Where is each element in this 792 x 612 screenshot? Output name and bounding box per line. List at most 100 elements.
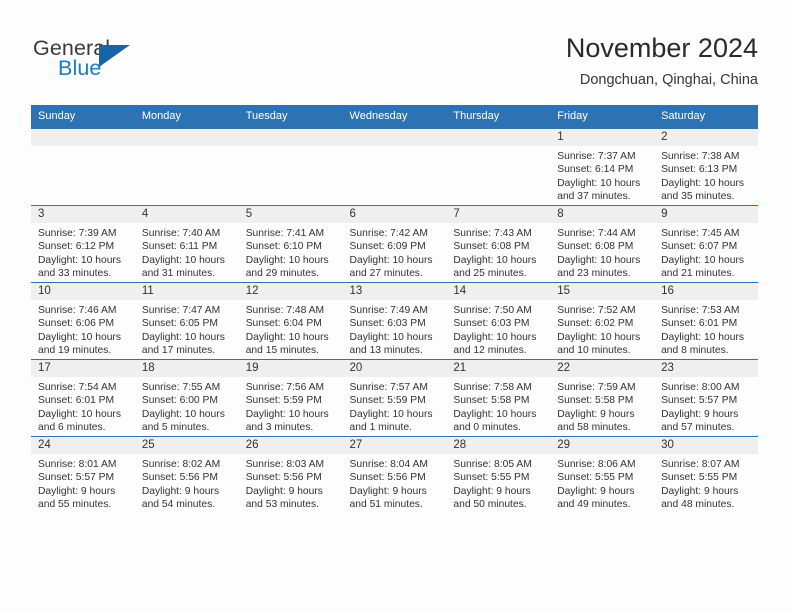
day-cell[interactable]: 4 Sunrise: 7:40 AM Sunset: 6:11 PM Daylight… [134, 205, 239, 283]
sunset-text: Sunset: 6:01 PM [661, 318, 738, 330]
day-number: 1 [550, 129, 655, 146]
day-cell[interactable]: 29 Sunrise: 8:06 AM Sunset: 5:55 PM Dayligh… [550, 436, 655, 513]
logo-text-blue: Blue [58, 56, 102, 80]
day-number: 23 [654, 360, 758, 377]
day-number: 7 [446, 206, 551, 223]
daylight-text-line1: Daylight: 9 hours [141, 485, 220, 497]
daylight-text-line2: and 53 minutes. [245, 499, 319, 511]
day-cell[interactable]: 18 Sunrise: 7:55 AM Sunset: 6:00 PM Dayligh… [134, 359, 239, 437]
day-cell[interactable]: 17 Sunrise: 7:54 AM Sunset: 6:01 PM Dayligh… [31, 359, 135, 437]
day-cell[interactable]: 20 Sunrise: 7:57 AM Sunset: 5:59 PM Dayligh… [342, 359, 447, 437]
daylight-text-line1: Daylight: 10 hours [245, 331, 329, 343]
sunrise-text: Sunrise: 7:43 AM [453, 228, 532, 239]
sunrise-text: Sunrise: 7:47 AM [141, 305, 221, 316]
daylight-text-line2: and 25 minutes. [453, 268, 527, 280]
calendar-week-row: 1 Sunrise: 7:37 AM Sunset: 6:14 PM Daylight… [31, 128, 758, 206]
day-cell[interactable] [134, 128, 239, 206]
day-cell[interactable]: 1 Sunrise: 7:37 AM Sunset: 6:14 PM Daylight… [550, 128, 655, 206]
daylight-text-line1: Daylight: 10 hours [349, 408, 433, 420]
calendar-header-row: Sunday Monday Tuesday Wednesday Thursday… [31, 105, 758, 129]
daylight-text-line2: and 10 minutes. [557, 345, 631, 357]
daylight-text-line2: and 17 minutes. [141, 345, 216, 357]
day-number: 16 [654, 283, 758, 300]
day-cell[interactable]: 27 Sunrise: 8:04 AM Sunset: 5:56 PM Dayligh… [342, 436, 447, 513]
daylight-text-line1: Daylight: 10 hours [661, 331, 745, 343]
sunrise-text: Sunrise: 7:52 AM [557, 305, 636, 316]
day-cell[interactable]: 22 Sunrise: 7:59 AM Sunset: 5:58 PM Dayligh… [550, 359, 655, 437]
day-cell[interactable]: 30 Sunrise: 8:07 AM Sunset: 5:55 PM Dayligh… [654, 436, 758, 513]
day-cell[interactable]: 28 Sunrise: 8:05 AM Sunset: 5:55 PM Dayligh… [446, 436, 551, 513]
daylight-text-line2: and 54 minutes. [141, 499, 216, 511]
weekday-header-friday: Friday [550, 105, 655, 129]
day-cell[interactable]: 21 Sunrise: 7:58 AM Sunset: 5:58 PM Dayligh… [446, 359, 551, 437]
day-number: 9 [654, 206, 758, 223]
sunrise-text: Sunrise: 7:57 AM [349, 382, 428, 393]
day-cell[interactable]: 6 Sunrise: 7:42 AM Sunset: 6:09 PM Daylight… [342, 205, 447, 283]
day-cell[interactable] [238, 128, 343, 206]
day-cell[interactable]: 26 Sunrise: 8:03 AM Sunset: 5:56 PM Dayligh… [238, 436, 343, 513]
weekday-header-wednesday: Wednesday [342, 105, 447, 129]
day-cell[interactable]: 25 Sunrise: 8:02 AM Sunset: 5:56 PM Dayligh… [134, 436, 239, 513]
sunset-text: Sunset: 5:55 PM [557, 472, 634, 484]
daylight-text-line2: and 33 minutes. [38, 268, 112, 280]
day-cell[interactable]: 15 Sunrise: 7:52 AM Sunset: 6:02 PM Dayligh… [550, 282, 655, 360]
weekday-header-sunday: Sunday [31, 105, 135, 129]
sunrise-text: Sunrise: 8:03 AM [245, 459, 325, 470]
day-cell[interactable]: 23 Sunrise: 8:00 AM Sunset: 5:57 PM Dayligh… [654, 359, 758, 437]
day-number: 29 [550, 437, 655, 454]
daylight-text-line1: Daylight: 9 hours [453, 485, 531, 497]
sunset-text: Sunset: 6:08 PM [453, 241, 530, 253]
sunset-text: Sunset: 5:57 PM [38, 472, 115, 484]
sunrise-text: Sunrise: 7:41 AM [245, 228, 325, 239]
day-cell[interactable] [31, 128, 135, 206]
day-number [238, 129, 343, 146]
daylight-text-line1: Daylight: 9 hours [661, 408, 739, 420]
daylight-text-line2: and 37 minutes. [557, 191, 631, 203]
sunset-text: Sunset: 6:13 PM [661, 164, 738, 176]
daylight-text-line2: and 50 minutes. [453, 499, 527, 511]
day-cell[interactable]: 10 Sunrise: 7:46 AM Sunset: 6:06 PM Dayligh… [31, 282, 135, 360]
sunset-text: Sunset: 6:12 PM [38, 241, 115, 253]
daylight-text-line1: Daylight: 9 hours [349, 485, 427, 497]
day-cell[interactable]: 7 Sunrise: 7:43 AM Sunset: 6:08 PM Daylight… [446, 205, 551, 283]
weekday-header-tuesday: Tuesday [238, 105, 343, 129]
day-number: 17 [31, 360, 135, 377]
sunset-text: Sunset: 6:11 PM [141, 241, 218, 253]
daylight-text-line1: Daylight: 10 hours [453, 408, 537, 420]
sunset-text: Sunset: 6:07 PM [661, 241, 738, 253]
day-cell[interactable]: 5 Sunrise: 7:41 AM Sunset: 6:10 PM Daylight… [238, 205, 343, 283]
day-number: 4 [134, 206, 239, 223]
day-cell[interactable]: 3 Sunrise: 7:39 AM Sunset: 6:12 PM Daylight… [31, 205, 135, 283]
daylight-text-line2: and 23 minutes. [557, 268, 631, 280]
day-cell[interactable]: 11 Sunrise: 7:47 AM Sunset: 6:05 PM Dayligh… [134, 282, 239, 360]
calendar-body: 1 Sunrise: 7:37 AM Sunset: 6:14 PM Daylight… [31, 128, 758, 513]
day-cell[interactable]: 2 Sunrise: 7:38 AM Sunset: 6:13 PM Daylight… [654, 128, 758, 206]
day-cell[interactable]: 8 Sunrise: 7:44 AM Sunset: 6:08 PM Daylight… [550, 205, 655, 283]
day-cell[interactable]: 9 Sunrise: 7:45 AM Sunset: 6:07 PM Daylight… [654, 205, 758, 283]
daylight-text-line1: Daylight: 10 hours [557, 177, 641, 189]
sunrise-text: Sunrise: 7:48 AM [245, 305, 325, 316]
day-number: 15 [550, 283, 655, 300]
sunrise-text: Sunrise: 7:54 AM [38, 382, 117, 393]
day-number: 8 [550, 206, 655, 223]
sunrise-text: Sunrise: 7:37 AM [557, 151, 636, 162]
daylight-text-line1: Daylight: 10 hours [453, 254, 537, 266]
day-cell[interactable]: 19 Sunrise: 7:56 AM Sunset: 5:59 PM Dayligh… [238, 359, 343, 437]
sunrise-text: Sunrise: 8:02 AM [141, 459, 221, 470]
daylight-text-line1: Daylight: 10 hours [557, 254, 641, 266]
day-cell[interactable]: 12 Sunrise: 7:48 AM Sunset: 6:04 PM Dayligh… [238, 282, 343, 360]
daylight-text-line2: and 57 minutes. [661, 422, 735, 434]
daylight-text-line1: Daylight: 9 hours [557, 485, 635, 497]
day-cell[interactable] [342, 128, 447, 206]
sunrise-text: Sunrise: 8:06 AM [557, 459, 636, 470]
day-cell[interactable]: 13 Sunrise: 7:49 AM Sunset: 6:03 PM Dayligh… [342, 282, 447, 360]
daylight-text-line1: Daylight: 10 hours [661, 177, 745, 189]
day-number: 6 [342, 206, 447, 223]
day-cell[interactable]: 16 Sunrise: 7:53 AM Sunset: 6:01 PM Dayligh… [654, 282, 758, 360]
day-cell[interactable]: 24 Sunrise: 8:01 AM Sunset: 5:57 PM Dayligh… [31, 436, 135, 513]
sunset-text: Sunset: 5:56 PM [349, 472, 426, 484]
general-blue-logo[interactable]: General Blue [33, 36, 213, 86]
day-cell[interactable]: 14 Sunrise: 7:50 AM Sunset: 6:03 PM Dayligh… [446, 282, 551, 360]
sunset-text: Sunset: 6:03 PM [349, 318, 426, 330]
day-cell[interactable] [446, 128, 551, 206]
